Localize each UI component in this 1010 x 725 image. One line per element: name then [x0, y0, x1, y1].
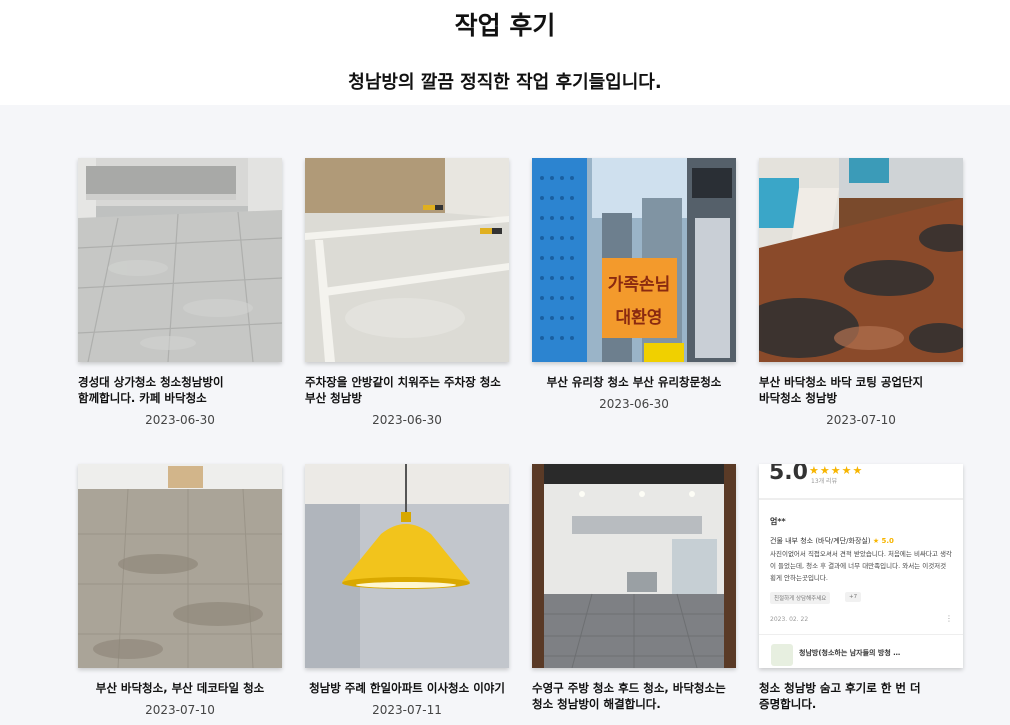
- review-card[interactable]: 부산 바닥청소, 부산 데코타일 청소 2023-07-10: [78, 464, 282, 717]
- yellow-pendant-lamp-photo[interactable]: [305, 464, 509, 668]
- review-screenshot[interactable]: 5.0 ★★★★★ 13개 리뷰 엄** 건물 내부 청소 (바닥/계단/화장실…: [759, 464, 963, 668]
- card-caption: 경성대 상가청소 청소청남방이 함께합니다. 카페 바닥청소: [78, 375, 224, 405]
- review-service: 건물 내부 청소 (바닥/계단/화장실) ★ 5.0: [770, 537, 894, 545]
- business-name: 청남방(청소하는 남자들의 방청 …: [799, 649, 901, 657]
- card-caption: 주차장을 안방같이 치워주는 주차장 청소 부산 청남방: [305, 375, 501, 405]
- review-card[interactable]: 5.0 ★★★★★ 13개 리뷰 엄** 건물 내부 청소 (바닥/계단/화장실…: [759, 464, 963, 717]
- card-caption: 청남방 주례 한일아파트 이사청소 이야기: [309, 681, 505, 695]
- review-date: 2023. 02. 22: [770, 616, 809, 623]
- card-caption: 부산 유리창 청소 부산 유리창문청소: [546, 375, 722, 389]
- review-body: 사진이없어서 직접오셔서 견적 받았습니다. 처음에는 비싸다고 생각이 들었는…: [770, 550, 952, 582]
- deco-tile-floor-photo[interactable]: [78, 464, 282, 668]
- divider: [759, 634, 963, 635]
- review-tag: +7: [845, 592, 862, 602]
- card-caption: 청소 청남방 숨고 후기로 한 번 더 증명합니다.: [759, 681, 921, 711]
- card-caption: 수영구 주방 청소 후드 청소, 바닥청소는 청소 청남방이 해결합니다.: [532, 681, 726, 711]
- review-count: 13개 리뷰: [811, 478, 838, 485]
- card-caption: 부산 바닥청소, 부산 데코타일 청소: [95, 681, 265, 695]
- review-card[interactable]: 경성대 상가청소 청소청남방이 함께합니다. 카페 바닥청소 2023-06-3…: [78, 158, 282, 464]
- svg-text:가족손님: 가족손님: [608, 275, 671, 295]
- svg-text:대환영: 대환영: [616, 308, 663, 328]
- review-user: 엄**: [770, 517, 786, 526]
- parking-lot-photo[interactable]: [305, 158, 509, 362]
- card-caption: 부산 바닥청소 바닥 코팅 공업단지 바닥청소 청남방: [759, 375, 924, 405]
- review-score: 5.0: [769, 464, 808, 485]
- card-date: 2023-06-30: [145, 413, 215, 427]
- card-date: 2023-06-30: [372, 413, 442, 427]
- coated-floor-photo[interactable]: [759, 158, 963, 362]
- card-date: 2023-07-11: [372, 703, 442, 717]
- review-card[interactable]: 수영구 주방 청소 후드 청소, 바닥청소는 청소 청남방이 해결합니다.: [532, 464, 736, 717]
- review-card[interactable]: 가족손님 대환영 부산 유리창 청소 부산 유리창문청소 2023-06-30: [532, 158, 736, 464]
- kitchen-photo[interactable]: [532, 464, 736, 668]
- card-date: 2023-07-10: [826, 413, 896, 427]
- more-icon: ⋮: [945, 614, 953, 623]
- review-grid: 경성대 상가청소 청소청남방이 함께합니다. 카페 바닥청소 2023-06-3…: [78, 158, 963, 717]
- page-subtitle: 청남방의 깔끔 정직한 작업 후기들입니다.: [348, 72, 662, 93]
- shop-window-photo[interactable]: 가족손님 대환영: [532, 158, 736, 362]
- divider: [759, 498, 963, 500]
- page-title: 작업 후기: [454, 11, 556, 40]
- card-date: 2023-06-30: [599, 397, 669, 411]
- marble-floor-photo[interactable]: [78, 158, 282, 362]
- card-date: 2023-07-10: [145, 703, 215, 717]
- page-header: 작업 후기 청남방의 깔끔 정직한 작업 후기들입니다.: [0, 0, 1010, 105]
- review-gallery: 경성대 상가청소 청소청남방이 함께합니다. 카페 바닥청소 2023-06-3…: [0, 105, 1010, 725]
- review-card[interactable]: 주차장을 안방같이 치워주는 주차장 청소 부산 청남방 2023-06-30: [305, 158, 509, 464]
- review-card[interactable]: 부산 바닥청소 바닥 코팅 공업단지 바닥청소 청남방 2023-07-10: [759, 158, 963, 464]
- review-tag: 친절하게 상담해주세요: [770, 592, 831, 604]
- business-logo: [771, 644, 793, 666]
- review-card[interactable]: 청남방 주례 한일아파트 이사청소 이야기 2023-07-11: [305, 464, 509, 717]
